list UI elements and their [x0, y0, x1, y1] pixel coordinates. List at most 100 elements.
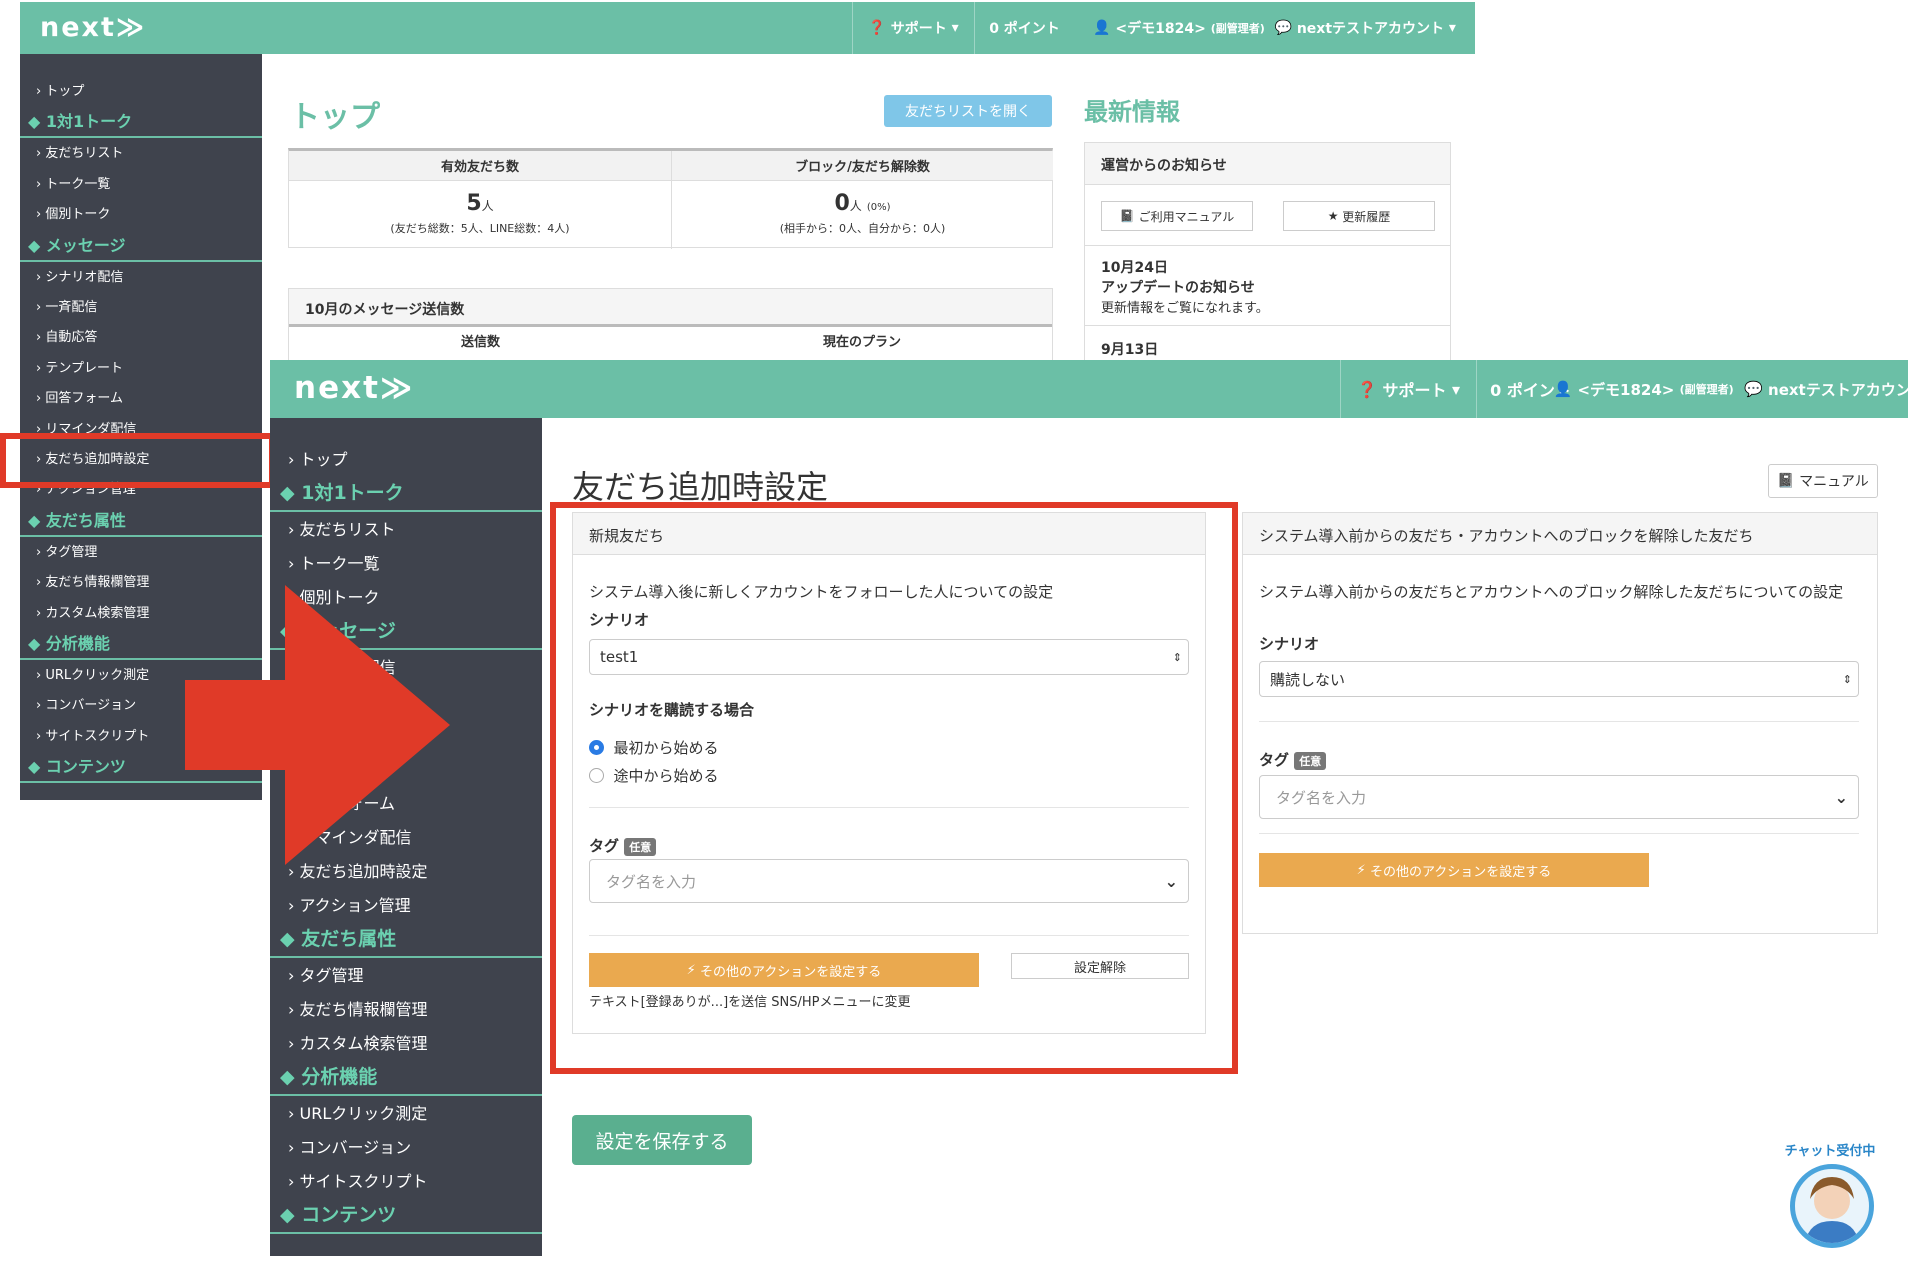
sidebar-item[interactable]: › 友だち情報欄管理 — [288, 996, 428, 1020]
front-logo[interactable]: next≫ — [294, 370, 414, 406]
section-icon: ◆ — [280, 1066, 302, 1088]
caret-down-icon: ▾ — [1448, 20, 1456, 36]
sidebar-item[interactable]: › URLクリック測定 — [36, 664, 149, 683]
chevron-right-icon: › — [36, 544, 46, 560]
sidebar-item[interactable]: › トーク一覧 — [36, 173, 110, 192]
sidebar-section-header: ◆ 分析機能 — [28, 634, 110, 653]
chevron-right-icon: › — [36, 207, 46, 223]
front-header: next≫ ❓ サポート ▾ 0 ポイント 👤 <デモ1824> (副管理者) … — [270, 360, 1908, 418]
save-settings-button[interactable]: 設定を保存する — [572, 1115, 752, 1165]
section-icon: ◆ — [28, 112, 46, 132]
sidebar-item[interactable]: › アクション管理 — [288, 892, 411, 916]
sidebar-item[interactable]: › サイトスクリプト — [288, 1168, 428, 1192]
sidebar-item[interactable]: › トーク一覧 — [288, 550, 380, 574]
open-friend-list-button[interactable]: 友だちリストを開く — [884, 95, 1052, 127]
back-support-menu[interactable]: ❓ サポート ▾ — [852, 2, 974, 54]
sidebar-divider — [20, 136, 262, 139]
back-points[interactable]: 0 ポイント — [974, 2, 1074, 54]
sidebar-item[interactable]: › サイトスクリプト — [36, 725, 149, 744]
blocked-count: 0 — [834, 191, 850, 216]
bolt-icon: ⚡ — [1356, 862, 1366, 878]
comment-icon: 💬 — [1274, 20, 1292, 36]
user-icon: 👤 — [1093, 20, 1111, 36]
chevron-right-icon: › — [36, 330, 46, 346]
select-arrows-icon: ⇕ — [1842, 672, 1852, 686]
sidebar-item[interactable]: › 個別トーク — [36, 203, 110, 222]
back-user-account[interactable]: 👤 <デモ1824> (副管理者) 💬 nextテストアカウント ▾ — [1074, 2, 1475, 54]
chevron-right-icon: › — [36, 269, 46, 285]
sidebar-section-header: ◆ 友だち属性 — [280, 928, 397, 950]
monthly-col-plan: 現在のプラン — [822, 335, 901, 350]
chevron-right-icon: › — [36, 176, 46, 192]
chevron-right-icon: › — [288, 1000, 300, 1019]
front-support-menu[interactable]: ❓ サポート ▾ — [1340, 360, 1476, 418]
sidebar-item[interactable]: › 友だち情報欄管理 — [36, 571, 149, 590]
scenario-label: シナリオ — [1259, 635, 1320, 653]
sidebar-section-header: ◆ コンテンツ — [28, 757, 126, 777]
sidebar-item[interactable]: › 回答フォーム — [36, 387, 123, 406]
chat-badge-label: チャット受付中 — [1784, 1144, 1876, 1159]
highlight-box-sidebar — [0, 433, 275, 488]
sidebar-section-header: ◆ 1対1トーク — [280, 482, 404, 504]
sidebar-item[interactable]: › 友だちリスト — [36, 142, 123, 161]
existing-tag-input[interactable]: タグ名を入力 ⌄ — [1259, 775, 1859, 819]
book-icon: 📓 — [1119, 209, 1135, 223]
help-icon: ❓ — [868, 20, 886, 36]
comment-icon: 💬 — [1744, 380, 1763, 398]
sidebar-section-header: ◆ 分析機能 — [280, 1066, 378, 1088]
sidebar-item[interactable]: › トップ — [36, 80, 84, 99]
news-item-body: 更新情報をご覧になれます。 — [1101, 301, 1269, 316]
existing-other-action-button[interactable]: ⚡ その他のアクションを設定する — [1259, 853, 1649, 887]
existing-friends-panel-title: システム導入前からの友だち・アカウントへのブロックを解除した友だち — [1243, 513, 1877, 555]
chevron-right-icon: › — [36, 391, 46, 407]
chat-operator-avatar — [1790, 1164, 1874, 1248]
existing-friends-desc: システム導入前からの友だちとアカウントへのブロック解除した友だちについての設定 — [1259, 583, 1844, 601]
chevron-right-icon: › — [36, 668, 46, 683]
sidebar-item[interactable]: › 自動応答 — [36, 326, 97, 345]
book-icon: 📓 — [1777, 473, 1795, 489]
sidebar-item[interactable]: › 友だちリスト — [288, 516, 396, 540]
history-link-button[interactable]: ★ 更新履歴 — [1283, 201, 1435, 231]
news-item-date: 9月13日 — [1101, 342, 1159, 358]
caret-down-icon: ▾ — [951, 20, 959, 36]
chevron-down-icon: ⌄ — [1834, 787, 1848, 807]
section-icon: ◆ — [28, 510, 46, 530]
sidebar-item[interactable]: › URLクリック測定 — [288, 1100, 427, 1124]
sidebar-divider — [270, 1094, 542, 1096]
sidebar-section-header: ◆ コンテンツ — [280, 1204, 397, 1226]
chat-widget[interactable]: チャット受付中 — [1750, 1140, 1900, 1260]
manual-link-button[interactable]: 📓 ご利用マニュアル — [1101, 201, 1253, 231]
section-icon: ◆ — [280, 482, 302, 504]
chevron-right-icon: › — [288, 966, 300, 985]
front-manual-button[interactable]: 📓 マニュアル — [1768, 464, 1878, 498]
sidebar-item[interactable]: › トップ — [288, 446, 348, 470]
unit: 人 — [481, 199, 494, 213]
sidebar-item[interactable]: › タグ管理 — [36, 541, 97, 560]
chevron-right-icon: › — [288, 1172, 300, 1191]
sidebar-item[interactable]: › 一斉配信 — [36, 296, 97, 315]
existing-scenario-select[interactable]: 購読しない ⇕ — [1259, 661, 1859, 697]
front-user-account[interactable]: 👤 <デモ1824> (副管理者) 💬 nextテストアカウント ▾ — [1554, 360, 1908, 418]
chevron-right-icon: › — [288, 1034, 300, 1053]
sidebar-item[interactable]: › タグ管理 — [288, 962, 364, 986]
section-icon: ◆ — [28, 757, 46, 777]
highlight-box-panel — [550, 502, 1238, 1074]
sidebar-item[interactable]: › コンバージョン — [36, 694, 136, 713]
optional-badge: 任意 — [1294, 752, 1327, 770]
back-header: next≫ ❓ サポート ▾ 0 ポイント 👤 <デモ1824> (副管理者) … — [20, 2, 1475, 54]
chevron-right-icon: › — [288, 520, 300, 539]
back-logo[interactable]: next≫ — [40, 12, 146, 43]
sidebar-section-header: ◆ メッセージ — [28, 235, 126, 255]
blocked-pct: (0%) — [866, 202, 891, 213]
sidebar-item[interactable]: › シナリオ配信 — [36, 266, 123, 285]
sidebar-item[interactable]: › カスタム検索管理 — [288, 1030, 428, 1054]
chevron-right-icon: › — [288, 896, 300, 915]
news-title: 最新情報 — [1084, 98, 1180, 126]
sidebar-item[interactable]: › カスタム検索管理 — [36, 602, 149, 621]
sidebar-item[interactable]: › テンプレート — [36, 357, 123, 376]
sidebar-item[interactable]: › コンバージョン — [288, 1134, 411, 1158]
sidebar-divider — [270, 510, 542, 512]
chevron-right-icon: › — [36, 728, 46, 744]
news-item-title[interactable]: アップデートのお知らせ — [1101, 277, 1255, 297]
sidebar-section-header: ◆ 友だち属性 — [28, 510, 126, 530]
